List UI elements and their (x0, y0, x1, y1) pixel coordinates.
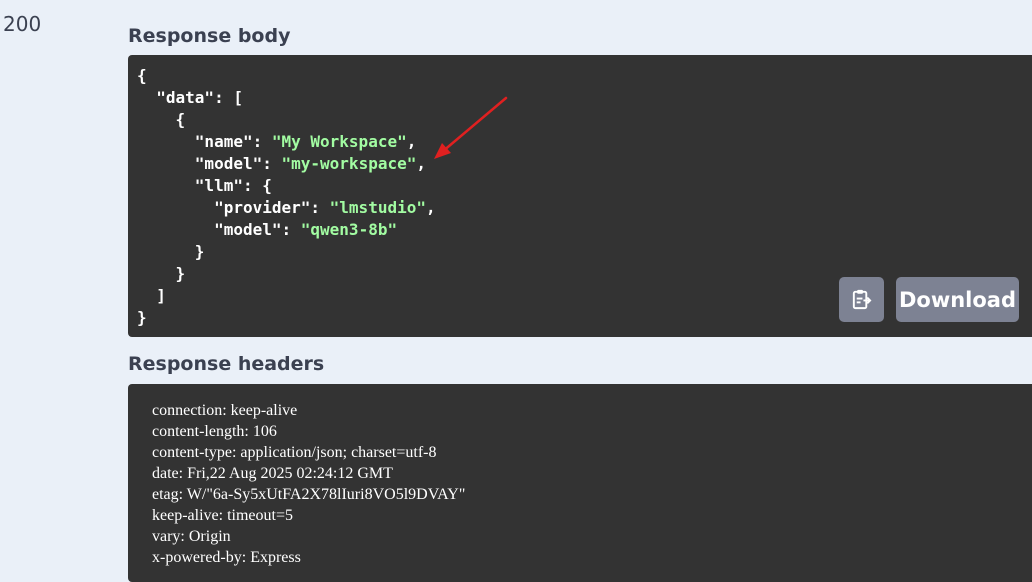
json-punctuation: } (175, 264, 186, 283)
header-line: date: Fri,22 Aug 2025 02:24:12 GMT (152, 465, 393, 482)
json-punctuation: , (416, 154, 426, 173)
json-string: "qwen3-8b" (300, 220, 398, 239)
json-string: "lmstudio" (329, 198, 426, 217)
json-line: "model": "my-workspace", (137, 153, 436, 175)
json-punctuation: : (310, 198, 330, 217)
header-line: connection: keep-alive (152, 402, 298, 419)
json-content: { "data": [ { "name": "My Workspace", "m… (137, 65, 436, 329)
json-punctuation: , (425, 198, 436, 217)
json-punctuation: { (175, 110, 186, 129)
header-line: vary: Origin (152, 528, 231, 545)
json-line: { (137, 65, 436, 87)
headers-list: connection: keep-alive content-length: 10… (152, 400, 465, 568)
json-punctuation: : (262, 154, 282, 173)
header-line: etag: W/"6a-Sy5xUtFA2X78lIuri8VO5l9DVAY" (152, 486, 466, 503)
header-line: keep-alive: timeout=5 (152, 507, 293, 524)
response-headers-code[interactable]: connection: keep-alive content-length: 10… (128, 384, 1032, 582)
json-line: ] (137, 285, 436, 307)
json-line: } (137, 307, 436, 329)
json-key: "model" (194, 154, 263, 173)
response-body-title: Response body (128, 25, 291, 47)
json-string: "My Workspace" (271, 132, 407, 151)
json-key: "name" (194, 132, 253, 151)
json-punctuation: : (281, 220, 301, 239)
header-line: content-type: application/json; charset=… (152, 444, 437, 461)
json-punctuation: : { (242, 176, 272, 195)
json-line: "data": [ (137, 87, 436, 109)
json-punctuation: , (406, 132, 417, 151)
clipboard-icon (852, 289, 872, 310)
json-line: { (137, 109, 436, 131)
json-key: "model" (214, 220, 282, 239)
status-code: 200 (3, 12, 42, 36)
json-punctuation: } (194, 242, 205, 261)
json-string: "my-workspace" (281, 154, 417, 173)
json-line: "name": "My Workspace", (137, 131, 436, 153)
json-line: } (137, 241, 436, 263)
json-key: "llm" (194, 176, 243, 195)
download-button[interactable]: Download (896, 277, 1019, 322)
json-line: } (137, 263, 436, 285)
json-punctuation: } (137, 308, 147, 327)
response-headers-title: Response headers (128, 353, 325, 375)
json-line: "provider": "lmstudio", (137, 197, 436, 219)
json-line: "model": "qwen3-8b" (137, 219, 436, 241)
header-line: content-length: 106 (152, 423, 277, 440)
json-punctuation: : [ (214, 88, 243, 107)
json-punctuation: : (252, 132, 272, 151)
json-punctuation: ] (156, 286, 166, 305)
header-line: x-powered-by: Express (152, 549, 301, 566)
json-punctuation: { (137, 66, 147, 85)
json-key: "provider" (214, 198, 311, 217)
json-key: "data" (156, 88, 215, 107)
json-line: "llm": { (137, 175, 436, 197)
response-body-code[interactable]: { "data": [ { "name": "My Workspace", "m… (128, 55, 1032, 337)
copy-button[interactable] (839, 277, 884, 322)
